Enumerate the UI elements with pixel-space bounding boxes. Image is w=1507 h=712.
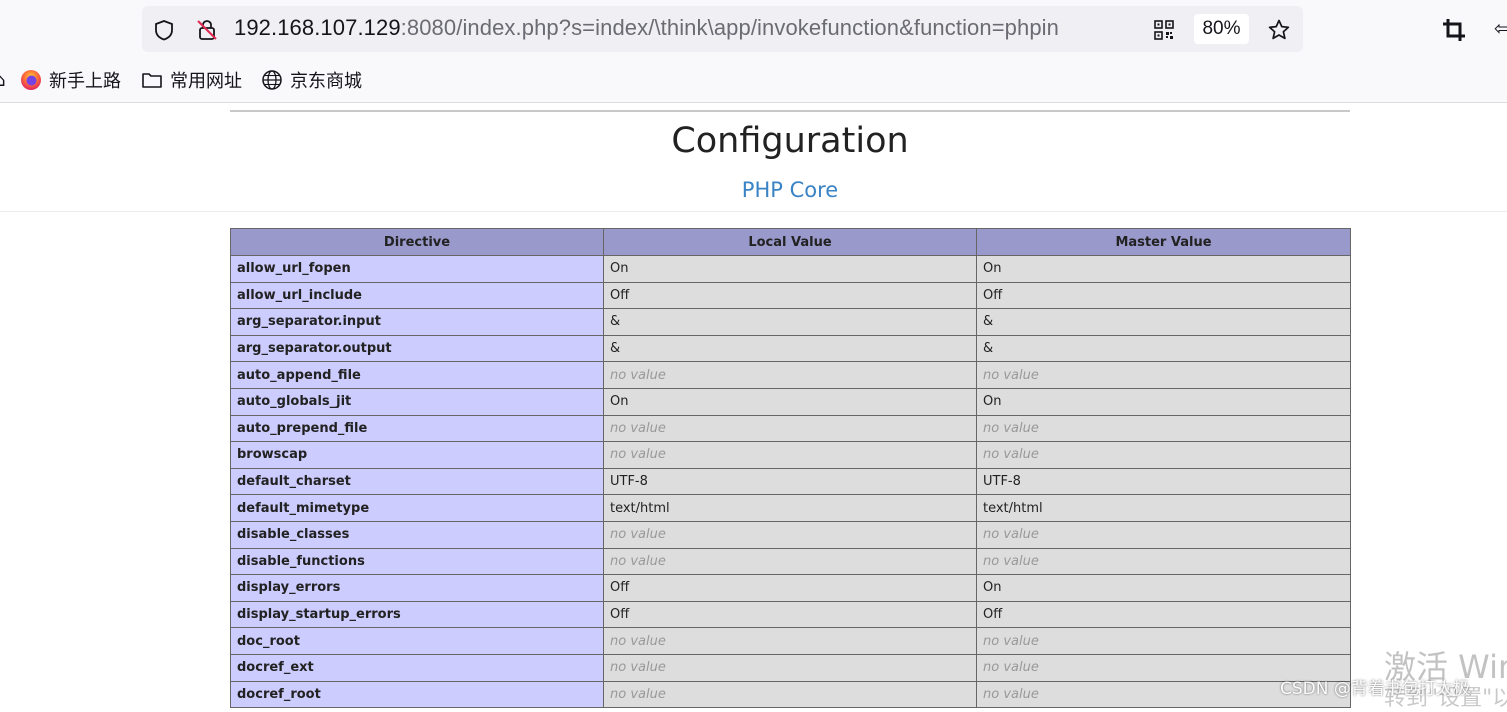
- zoom-level-button[interactable]: 80%: [1194, 14, 1249, 44]
- divider: [0, 211, 1507, 212]
- directive-name: auto_prepend_file: [230, 414, 604, 443]
- table-row: auto_prepend_file no value no value: [230, 414, 1351, 443]
- directive-name: default_mimetype: [230, 494, 604, 522]
- directive-name: allow_url_include: [230, 281, 604, 310]
- local-value: no value: [603, 414, 977, 443]
- bookmarks-toolbar: ⌂ 新手上路 常用网址 京东商城: [0, 58, 1507, 103]
- bookmark-star-icon[interactable]: [1267, 18, 1291, 42]
- url-path: :8080/index.php?s=index/\think\app/invok…: [400, 15, 1059, 40]
- directive-name: disable_functions: [230, 547, 604, 576]
- master-value: On: [976, 574, 1351, 602]
- table-row: browscap no value no value: [230, 441, 1351, 469]
- table-row: arg_separator.input & &: [230, 308, 1351, 336]
- table-row: display_errors Off On: [230, 574, 1351, 602]
- firefox-icon: [21, 70, 41, 90]
- directive-name: doc_root: [230, 627, 604, 655]
- master-value: On: [976, 387, 1351, 416]
- directive-name: auto_globals_jit: [230, 387, 604, 416]
- local-value: Off: [603, 574, 977, 602]
- master-value: no value: [976, 361, 1351, 389]
- local-value: On: [603, 255, 977, 283]
- table-row: display_startup_errors Off Off: [230, 600, 1351, 629]
- table-row: doc_root no value no value: [230, 627, 1351, 655]
- table-row: disable_functions no value no value: [230, 547, 1351, 576]
- divider: [230, 110, 1350, 112]
- screenshot-crop-icon[interactable]: [1441, 17, 1467, 43]
- table-row: arg_separator.output & &: [230, 334, 1351, 363]
- column-header-master-value: Master Value: [976, 228, 1351, 256]
- master-value: Off: [976, 600, 1351, 629]
- local-value: no value: [603, 361, 977, 389]
- bookmark-label: 新手上路: [49, 71, 121, 91]
- column-header-local-value: Local Value: [603, 228, 977, 256]
- master-value: no value: [976, 547, 1351, 576]
- directive-name: display_startup_errors: [230, 600, 604, 629]
- master-value: text/html: [976, 494, 1351, 522]
- directive-name: display_errors: [230, 574, 604, 602]
- local-value: no value: [603, 547, 977, 576]
- bookmark-item-jd[interactable]: 京东商城: [261, 68, 362, 92]
- globe-icon: [262, 70, 282, 90]
- local-value: &: [603, 334, 977, 363]
- overflow-arrow-icon[interactable]: ⇦: [1494, 16, 1507, 40]
- browser-toolbar: 192.168.107.129:8080/index.php?s=index/\…: [0, 0, 1507, 58]
- directive-name: disable_classes: [230, 520, 604, 549]
- table-row: disable_classes no value no value: [230, 520, 1351, 549]
- directive-name: browscap: [230, 441, 604, 469]
- master-value: &: [976, 308, 1351, 336]
- table-body: allow_url_fopen On On allow_url_include Off O…: [230, 255, 1351, 709]
- master-value: On: [976, 255, 1351, 283]
- table-row: default_charset UTF-8 UTF-8: [230, 467, 1351, 496]
- local-value: no value: [603, 520, 977, 549]
- table-row: default_mimetype text/html text/html: [230, 494, 1351, 522]
- table-row: allow_url_include Off Off: [230, 281, 1351, 310]
- local-value: no value: [603, 441, 977, 469]
- qr-code-icon[interactable]: [1153, 19, 1175, 41]
- local-value: On: [603, 387, 977, 416]
- master-value: no value: [976, 520, 1351, 549]
- master-value: &: [976, 334, 1351, 363]
- table-row: auto_globals_jit On On: [230, 387, 1351, 416]
- shield-icon[interactable]: [153, 19, 175, 41]
- column-header-directive: Directive: [230, 228, 604, 256]
- directive-name: arg_separator.input: [230, 308, 604, 336]
- insecure-lock-icon[interactable]: [196, 19, 218, 41]
- bookmark-item-newbie[interactable]: 新手上路: [20, 68, 121, 92]
- master-value: no value: [976, 441, 1351, 469]
- table-row: docref_ext no value no value: [230, 653, 1351, 682]
- directive-name: arg_separator.output: [230, 334, 604, 363]
- config-table: Directive Local Value Master Value allow…: [230, 228, 1351, 709]
- local-value: no value: [603, 653, 977, 682]
- table-row: allow_url_fopen On On: [230, 255, 1351, 283]
- local-value: UTF-8: [603, 467, 977, 496]
- master-value: no value: [976, 627, 1351, 655]
- page-content: Configuration PHP Core Directive Local V…: [0, 103, 1507, 709]
- local-value: text/html: [603, 494, 977, 522]
- local-value: no value: [603, 627, 977, 655]
- url-bar[interactable]: 192.168.107.129:8080/index.php?s=index/\…: [142, 6, 1303, 52]
- bookmark-partial-icon: ⌂: [0, 70, 5, 91]
- bookmark-label: 常用网址: [170, 71, 242, 91]
- directive-name: auto_append_file: [230, 361, 604, 389]
- local-value: Off: [603, 600, 977, 629]
- folder-icon: [142, 73, 162, 88]
- master-value: no value: [976, 414, 1351, 443]
- directive-name: docref_ext: [230, 653, 604, 682]
- directive-name: allow_url_fopen: [230, 255, 604, 283]
- page-title: Configuration: [671, 121, 909, 161]
- bookmark-label: 京东商城: [290, 71, 362, 91]
- directive-name: default_charset: [230, 467, 604, 496]
- table-header-row: Directive Local Value Master Value: [230, 228, 1351, 256]
- master-value: Off: [976, 281, 1351, 310]
- section-heading-php-core: PHP Core: [741, 178, 839, 202]
- local-value: Off: [603, 281, 977, 310]
- table-row: auto_append_file no value no value: [230, 361, 1351, 389]
- csdn-watermark: CSDN @背着书包打太极: [1280, 679, 1470, 699]
- master-value: UTF-8: [976, 467, 1351, 496]
- url-host: 192.168.107.129: [234, 15, 401, 40]
- bookmark-item-common-sites[interactable]: 常用网址: [141, 68, 242, 92]
- local-value: &: [603, 308, 977, 336]
- url-text[interactable]: 192.168.107.129:8080/index.php?s=index/\…: [234, 15, 1059, 41]
